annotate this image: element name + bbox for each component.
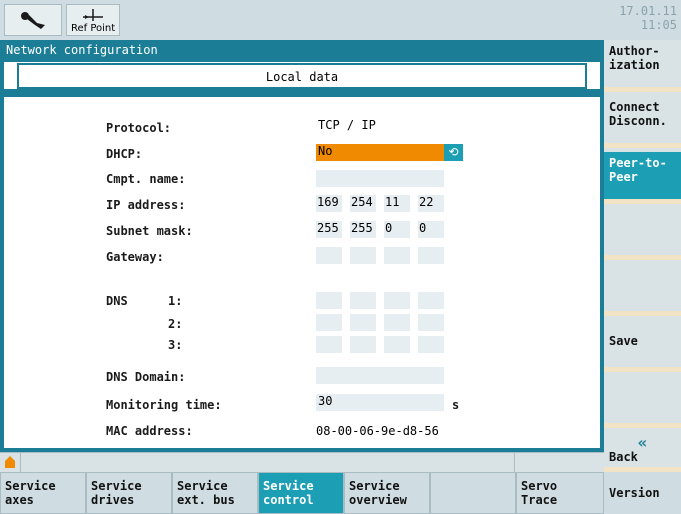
subnet-octet-2-input[interactable]: 255 — [350, 221, 376, 238]
main-panel — [0, 40, 604, 452]
subnet-mask-label: Subnet mask: — [106, 224, 193, 238]
dns1-octet-2-input[interactable] — [350, 292, 376, 309]
ip-octet-3-input[interactable]: 11 — [384, 195, 410, 212]
softkey-vertical-empty-3[interactable] — [604, 376, 681, 428]
toggle-icon[interactable]: ⟲ — [444, 144, 463, 161]
status-cell — [514, 452, 604, 472]
softkey-label: Service overview — [349, 479, 407, 507]
ip-octet-1-input[interactable]: 169 — [316, 195, 342, 212]
dns2-octet-4-input[interactable] — [418, 314, 444, 331]
softkey-label: Service control — [263, 479, 314, 507]
softkey-vertical-empty-2[interactable] — [604, 264, 681, 316]
dns2-octet-2-input[interactable] — [350, 314, 376, 331]
ip-octet-2-input[interactable]: 254 — [350, 195, 376, 212]
monitoring-time-input[interactable]: 30 — [316, 394, 444, 411]
dns1-octet-1-input[interactable] — [316, 292, 342, 309]
softkey-service-control[interactable]: Service control — [258, 472, 344, 514]
dns-row-1-label: 1: — [168, 294, 183, 308]
wrench-icon — [19, 9, 49, 36]
softkey-servo-trace[interactable]: Servo Trace — [516, 472, 604, 514]
dhcp-select[interactable]: No — [316, 144, 444, 161]
softkey-label: Save — [609, 334, 638, 348]
softkey-vertical-empty-1[interactable] — [604, 208, 681, 260]
ref-point-label: Ref Point — [71, 23, 116, 34]
subnet-octet-3-input[interactable]: 0 — [384, 221, 410, 238]
dns2-octet-3-input[interactable] — [384, 314, 410, 331]
dns3-octet-1-input[interactable] — [316, 336, 342, 353]
softkey-peer-to-peer[interactable]: Peer-to- Peer — [604, 152, 681, 204]
protocol-value: TCP / IP — [316, 118, 444, 135]
date-text: 17.01.11 — [619, 4, 677, 18]
softkey-service-ext-bus[interactable]: Service ext. bus — [172, 472, 258, 514]
gateway-octet-1-input[interactable] — [316, 247, 342, 264]
dns-label: DNS — [106, 294, 128, 308]
dns3-octet-3-input[interactable] — [384, 336, 410, 353]
subnet-octet-4-input[interactable]: 0 — [418, 221, 444, 238]
monitoring-time-unit: s — [452, 398, 460, 412]
softkey-label: Version — [609, 486, 660, 500]
softkey-label: Service ext. bus — [177, 479, 235, 507]
softkey-service-overview[interactable]: Service overview — [344, 472, 430, 514]
softkey-back[interactable]: « Back — [604, 432, 681, 472]
softkey-label: Servo Trace — [521, 479, 558, 507]
softkey-label: Peer-to- Peer — [609, 156, 667, 184]
softkey-label: Service axes — [5, 479, 56, 507]
panel-title: Network configuration — [0, 40, 604, 62]
tool-button[interactable] — [4, 4, 62, 36]
ip-address-label: IP address: — [106, 198, 186, 212]
softkey-empty[interactable] — [430, 472, 516, 514]
back-chevron-icon: « — [637, 433, 648, 452]
gateway-label: Gateway: — [106, 250, 164, 264]
ref-point-button[interactable]: Ref Point — [66, 4, 120, 36]
dns1-octet-4-input[interactable] — [418, 292, 444, 309]
softkey-connect-disconnect[interactable]: Connect Disconn. — [604, 96, 681, 148]
dns-row-3-label: 3: — [168, 338, 183, 352]
time-text: 11:05 — [640, 18, 677, 32]
softkey-label: Back — [609, 450, 638, 464]
mac-address-label: MAC address: — [106, 424, 193, 438]
dns-domain-input[interactable] — [316, 367, 444, 384]
monitoring-time-label: Monitoring time: — [106, 398, 222, 412]
dns-row-2-label: 2: — [168, 317, 183, 331]
gateway-octet-4-input[interactable] — [418, 247, 444, 264]
protocol-label: Protocol: — [106, 121, 172, 135]
softkey-version[interactable]: Version — [604, 472, 681, 514]
softkey-save[interactable]: Save — [604, 320, 681, 372]
dhcp-label: DHCP: — [106, 147, 143, 161]
softkey-label: Connect Disconn. — [609, 100, 667, 128]
dns2-octet-1-input[interactable] — [316, 314, 342, 331]
ip-octet-4-input[interactable]: 22 — [418, 195, 444, 212]
panel-subtitle: Local data — [17, 63, 587, 89]
gateway-octet-3-input[interactable] — [384, 247, 410, 264]
softkey-service-drives[interactable]: Service drives — [86, 472, 172, 514]
cmpt-name-label: Cmpt. name: — [106, 172, 186, 186]
cmpt-name-input[interactable] — [316, 170, 444, 187]
dns3-octet-2-input[interactable] — [350, 336, 376, 353]
softkey-label: Service drives — [91, 479, 142, 507]
home-icon — [4, 455, 16, 469]
mac-address-value: 08-00-06-9e-d8-56 — [316, 424, 439, 438]
subnet-octet-1-input[interactable]: 255 — [316, 221, 342, 238]
gateway-octet-2-input[interactable] — [350, 247, 376, 264]
dns3-octet-4-input[interactable] — [418, 336, 444, 353]
date-time: 17.01.11 11:05 — [619, 4, 677, 32]
header-divider — [4, 89, 600, 97]
status-message-area — [20, 452, 514, 472]
softkey-authorization[interactable]: Author- ization — [604, 40, 681, 92]
dns-domain-label: DNS Domain: — [106, 370, 186, 384]
softkey-service-axes[interactable]: Service axes — [0, 472, 86, 514]
softkey-label: Author- ization — [609, 44, 660, 72]
dns1-octet-3-input[interactable] — [384, 292, 410, 309]
